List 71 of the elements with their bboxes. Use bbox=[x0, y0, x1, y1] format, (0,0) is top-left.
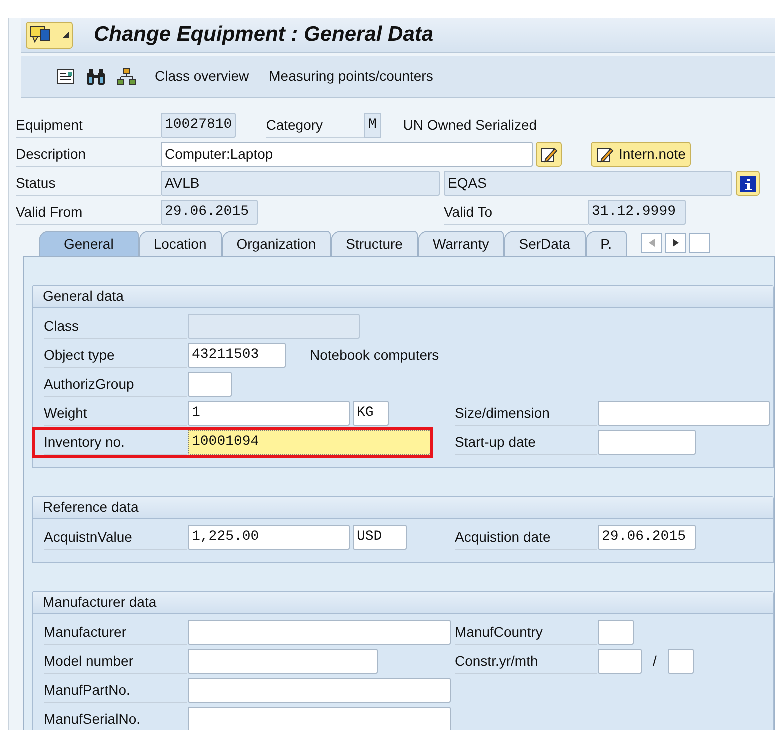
group-title: Manufacturer data bbox=[33, 592, 773, 614]
binoculars-icon bbox=[85, 68, 107, 86]
field-label: ManufSerialNo. bbox=[44, 707, 187, 730]
field-label: ManufCountry bbox=[455, 620, 597, 645]
scroll-right-button[interactable] bbox=[665, 233, 686, 253]
dropdown-icon bbox=[63, 32, 69, 38]
intern-note-button[interactable]: Intern.note bbox=[591, 142, 691, 167]
separator-text: / bbox=[653, 652, 657, 671]
input-field[interactable]: 43211503 bbox=[188, 343, 286, 368]
field-label: Class bbox=[44, 314, 187, 339]
field-label: ManufPartNo. bbox=[44, 678, 187, 703]
input-field: M bbox=[364, 113, 382, 138]
input-field[interactable] bbox=[188, 372, 232, 397]
field-label: AcquistnValue bbox=[44, 525, 187, 550]
left-triangle-icon bbox=[648, 239, 655, 247]
input-field[interactable]: KG bbox=[353, 401, 389, 426]
field-label: Manufacturer bbox=[44, 620, 187, 645]
field-label: Acquistion date bbox=[455, 525, 597, 550]
input-field[interactable]: 10027810 bbox=[161, 113, 236, 138]
field-label: Model number bbox=[44, 649, 187, 674]
input-field[interactable] bbox=[598, 620, 634, 645]
pencil-icon bbox=[540, 146, 558, 164]
document-icon bbox=[57, 68, 75, 84]
input-field[interactable]: EQAS bbox=[444, 171, 732, 196]
input-field[interactable] bbox=[668, 649, 694, 674]
menu-button[interactable] bbox=[26, 22, 73, 48]
input-field[interactable] bbox=[598, 401, 770, 426]
window-title: Change Equipment : General Data bbox=[94, 22, 434, 48]
field-label: Inventory no. bbox=[44, 430, 187, 455]
input-field[interactable] bbox=[188, 678, 451, 703]
tab[interactable]: Structure bbox=[331, 231, 418, 256]
group-title: Reference data bbox=[33, 497, 773, 519]
input-field[interactable]: 10001094 bbox=[188, 430, 431, 455]
input-field[interactable]: USD bbox=[353, 525, 407, 550]
tab[interactable]: Organization bbox=[222, 231, 332, 256]
input-field[interactable] bbox=[598, 649, 642, 674]
edit-button[interactable] bbox=[536, 142, 562, 167]
input-field[interactable] bbox=[598, 430, 696, 455]
tab[interactable]: P. bbox=[586, 231, 628, 256]
field-label: Weight bbox=[44, 401, 187, 426]
field-label: Constr.yr/mth bbox=[455, 649, 597, 674]
info-icon bbox=[740, 176, 756, 192]
input-field[interactable]: Computer:Laptop bbox=[161, 142, 533, 167]
input-field[interactable]: 29.06.2015 bbox=[598, 525, 696, 550]
field-label: Start-up date bbox=[455, 430, 597, 455]
input-field[interactable]: 31.12.9999 bbox=[588, 200, 686, 225]
input-field[interactable] bbox=[188, 649, 378, 674]
tab[interactable]: Warranty bbox=[418, 231, 504, 256]
category-text: UN Owned Serialized bbox=[403, 116, 538, 135]
field-label: Object type bbox=[44, 343, 187, 368]
info-button[interactable] bbox=[736, 171, 760, 196]
input-field[interactable] bbox=[188, 314, 360, 339]
tab[interactable]: Location bbox=[138, 231, 222, 256]
input-field[interactable]: 1 bbox=[188, 401, 350, 426]
input-field[interactable]: 29.06.2015 bbox=[161, 200, 258, 225]
toolbar-button[interactable]: Measuring points/counters bbox=[267, 66, 436, 87]
speech-bubble-icon bbox=[30, 26, 52, 44]
toolbar-button[interactable]: Class overview bbox=[153, 66, 252, 87]
input-field[interactable]: AVLB bbox=[161, 171, 440, 196]
tab[interactable]: SerData bbox=[504, 231, 586, 256]
pencil-icon bbox=[596, 146, 614, 164]
field-description: Notebook computers bbox=[310, 346, 440, 365]
group-title: General data bbox=[33, 286, 773, 308]
input-field[interactable]: 1,225.00 bbox=[188, 525, 350, 550]
input-field[interactable] bbox=[188, 620, 451, 645]
hierarchy-icon bbox=[117, 68, 137, 86]
field-label: AuthorizGroup bbox=[44, 372, 187, 397]
field-label: Size/dimension bbox=[455, 401, 597, 426]
right-triangle-icon bbox=[672, 239, 679, 247]
tab[interactable]: General bbox=[39, 231, 139, 256]
input-field[interactable] bbox=[188, 707, 451, 730]
